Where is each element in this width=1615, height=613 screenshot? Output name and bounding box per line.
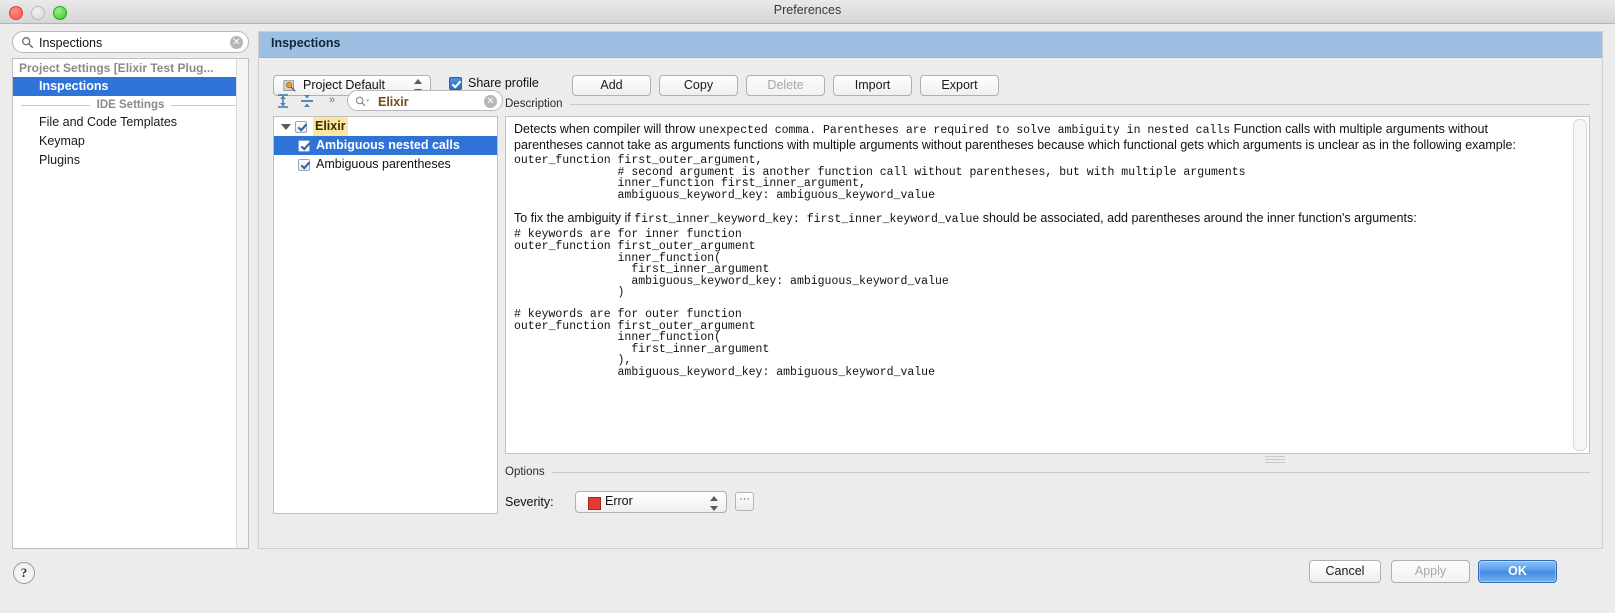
sidebar-item-label: File and Code Templates <box>39 115 177 129</box>
tree-row-ambiguous-parentheses[interactable]: Ambiguous parentheses <box>274 155 497 174</box>
sidebar-item-plugins[interactable]: Plugins <box>13 151 248 170</box>
sidebar-search-box[interactable]: ✕ <box>12 31 249 53</box>
sidebar-item-label: Keymap <box>39 134 85 148</box>
expand-all-icon[interactable] <box>275 93 291 109</box>
ide-settings-label: IDE Settings <box>97 99 165 111</box>
sidebar-item-label: Inspections <box>39 79 108 93</box>
settings-nav-tree: Project Settings [Elixir Test Plug... In… <box>12 58 249 549</box>
settings-sidebar: ✕ Project Settings [Elixir Test Plug... … <box>12 31 249 549</box>
group-checkbox[interactable] <box>295 121 307 133</box>
copy-profile-button[interactable]: Copy <box>659 75 738 96</box>
description-panel: Detects when compiler will throw unexpec… <box>505 116 1590 454</box>
description-code-block-3: # keywords are for outer function outer_… <box>514 309 1554 379</box>
inline-code: first_inner_keyword_key: first_inner_key… <box>634 213 979 226</box>
description-paragraph-2: To fix the ambiguity if first_inner_keyw… <box>514 211 1554 227</box>
severity-label: Severity: <box>505 495 554 509</box>
description-section-label: Description <box>505 98 1590 110</box>
export-profile-button[interactable]: Export <box>920 75 999 96</box>
apply-button: Apply <box>1391 560 1470 583</box>
inspection-filter-box[interactable]: ✕ <box>347 90 503 111</box>
tree-row-ambiguous-nested-calls[interactable]: Ambiguous nested calls <box>274 136 497 155</box>
tree-group-label: Elixir <box>313 117 348 136</box>
delete-profile-button: Delete <box>746 75 825 96</box>
search-icon <box>21 36 34 49</box>
window-titlebar: Preferences <box>0 0 1615 24</box>
options-label-text: Options <box>505 466 545 478</box>
divider <box>552 472 1590 473</box>
description-scrollbar[interactable] <box>1573 119 1587 451</box>
inspection-filter-clear-icon[interactable]: ✕ <box>484 95 497 108</box>
expand-collapse-triangle-icon[interactable] <box>281 124 291 130</box>
inspections-panel: Inspections Project Default Share profil… <box>258 31 1603 549</box>
share-profile-checkbox-row[interactable]: Share profile <box>449 76 539 90</box>
divider <box>570 104 1590 105</box>
page-header: Inspections <box>259 32 1602 58</box>
sidebar-search-input[interactable] <box>37 32 231 54</box>
more-actions-chevron-icon[interactable]: » <box>329 94 335 106</box>
description-label-text: Description <box>505 98 563 110</box>
inspection-checkbox[interactable] <box>298 140 310 152</box>
share-profile-checkbox[interactable] <box>449 77 462 90</box>
ide-settings-group-header: IDE Settings <box>21 99 240 111</box>
sidebar-item-label: Plugins <box>39 153 80 167</box>
tree-group-row-elixir[interactable]: Elixir <box>274 117 497 136</box>
page-title: Inspections <box>271 36 340 50</box>
inline-text: should be associated, add parentheses ar… <box>979 211 1416 225</box>
inspection-checkbox[interactable] <box>298 159 310 171</box>
sidebar-item-inspections[interactable]: Inspections <box>13 77 248 96</box>
inspection-filter-input[interactable] <box>376 91 485 112</box>
inspection-tree: Elixir Ambiguous nested calls Ambiguous … <box>273 116 498 514</box>
description-resize-grip-icon[interactable] <box>1265 456 1285 463</box>
severity-select-value: Error <box>605 494 633 508</box>
inspection-tree-toolbar: » ✕ <box>273 90 503 112</box>
inline-text: Detects when compiler will throw <box>514 122 699 136</box>
severity-color-swatch-icon <box>588 497 601 510</box>
description-code-block-2: # keywords are for inner function outer_… <box>514 229 1554 299</box>
severity-select-stepper-icon[interactable] <box>709 496 718 511</box>
window-title: Preferences <box>0 3 1615 17</box>
tree-item-label: Ambiguous nested calls <box>316 136 460 155</box>
description-code-block-1: outer_function first_outer_argument, # s… <box>514 155 1554 201</box>
cancel-button[interactable]: Cancel <box>1309 560 1381 583</box>
sidebar-item-keymap[interactable]: Keymap <box>13 132 248 151</box>
severity-more-button[interactable]: ··· <box>735 492 754 511</box>
ok-button[interactable]: OK <box>1478 560 1557 583</box>
add-profile-button[interactable]: Add <box>572 75 651 96</box>
severity-select[interactable]: Error <box>575 491 727 513</box>
description-paragraph-1: Detects when compiler will throw unexpec… <box>514 122 1554 153</box>
divider-right <box>171 105 240 106</box>
divider-left <box>21 105 90 106</box>
import-profile-button[interactable]: Import <box>833 75 912 96</box>
options-section-label: Options <box>505 466 1590 478</box>
project-settings-group-header: Project Settings [Elixir Test Plug... <box>13 59 248 77</box>
share-profile-label: Share profile <box>468 76 539 90</box>
sidebar-item-file-and-code-templates[interactable]: File and Code Templates <box>13 113 248 132</box>
collapse-all-icon[interactable] <box>299 93 315 109</box>
inline-text: To fix the ambiguity if <box>514 211 634 225</box>
sidebar-scrollbar[interactable] <box>236 59 248 548</box>
search-icon <box>355 95 372 108</box>
inline-code: unexpected comma. Parentheses are requir… <box>699 124 1230 137</box>
help-button[interactable]: ? <box>13 562 35 584</box>
tree-item-label: Ambiguous parentheses <box>316 155 451 174</box>
sidebar-search-clear-icon[interactable]: ✕ <box>230 36 243 49</box>
